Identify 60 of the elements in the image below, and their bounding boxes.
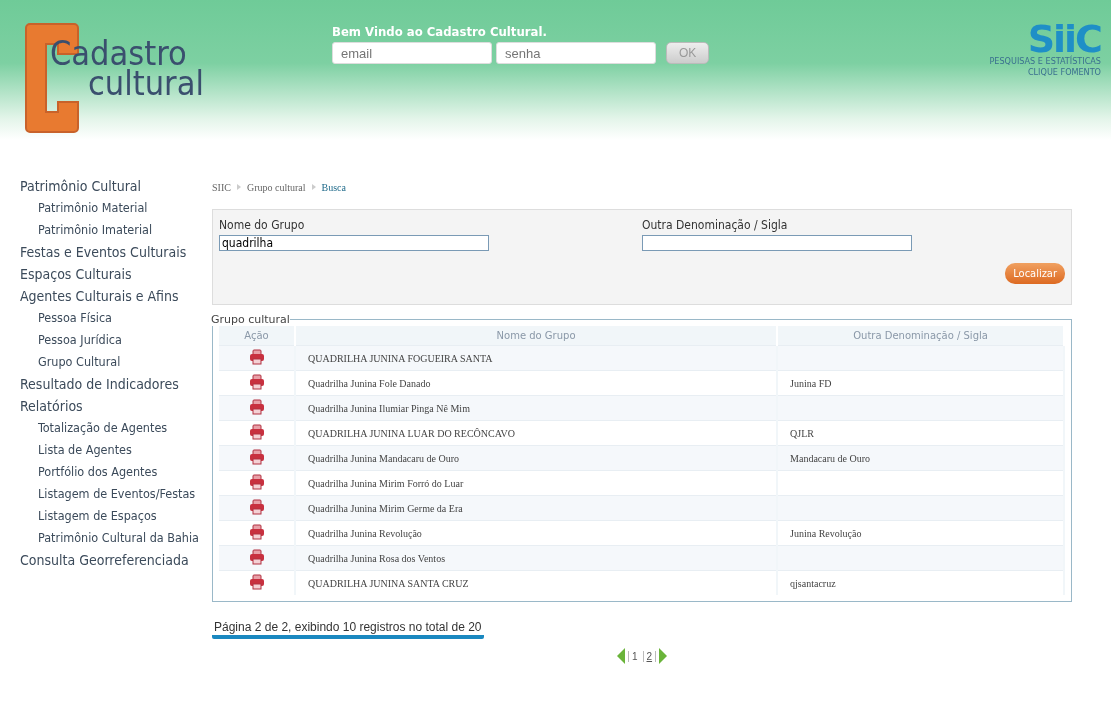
table-cell: Mandacaru de Ouro xyxy=(777,445,1064,471)
nav-sublink[interactable]: Patrimônio Imaterial xyxy=(38,219,153,241)
chevron-icon xyxy=(236,184,241,190)
table-cell: qjsantacruz xyxy=(777,570,1064,595)
partner-tagline: CLIQUE FOMENTO xyxy=(1027,67,1101,78)
nav-sublink[interactable]: Lista de Agentes xyxy=(38,439,132,461)
nav-link[interactable]: Agentes Culturais e Afins xyxy=(20,285,179,307)
nav-link[interactable]: Resultado de Indicadores xyxy=(20,373,179,395)
breadcrumb-link[interactable]: Busca xyxy=(321,181,346,193)
column-header: Ação xyxy=(219,326,295,346)
nav-link[interactable]: Festas e Eventos Culturais xyxy=(20,241,187,263)
email-field[interactable]: email xyxy=(332,42,492,64)
partner-tagline: PESQUISAS E ESTATÍSTICAS xyxy=(989,56,1101,67)
field-label: Outra Denominação / Sigla xyxy=(642,218,789,232)
nav-link[interactable]: Consulta Georreferenciada xyxy=(20,549,189,571)
nav-sublink[interactable]: Listagem de Eventos/Festas xyxy=(38,483,196,505)
nav-link[interactable]: Relatórios xyxy=(20,395,83,417)
column-header: Outra Denominação / Sigla xyxy=(777,326,1064,346)
printer-icon[interactable] xyxy=(248,474,265,490)
section-title: Grupo cultural xyxy=(211,313,290,326)
logo-text: Cadastro cultural xyxy=(50,32,204,98)
table-cell: Quadrilha Junina Ilumiar Pinga Nê Mim xyxy=(295,395,778,421)
printer-icon[interactable] xyxy=(248,424,265,440)
breadcrumb-link[interactable]: Grupo cultural xyxy=(246,181,306,193)
printer-icon[interactable] xyxy=(248,574,265,590)
chevron-icon xyxy=(311,184,316,190)
page-link[interactable]: 2 xyxy=(642,650,657,662)
next-arrow-icon[interactable] xyxy=(658,647,669,665)
welcome-text: Bem Vindo ao Cadastro Cultural. xyxy=(332,24,548,39)
nav-sublink[interactable]: Listagem de Espaços xyxy=(38,505,157,527)
printer-icon[interactable] xyxy=(248,499,265,515)
text-field[interactable]: quadrilha xyxy=(219,235,489,251)
nav-sublink[interactable]: Portfólio dos Agentes xyxy=(38,461,158,483)
nav-sublink[interactable]: Grupo Cultural xyxy=(38,351,121,373)
nav-sublink[interactable]: Pessoa Física xyxy=(38,307,112,329)
printer-icon[interactable] xyxy=(248,449,265,465)
nav-sublink[interactable]: Patrimônio Cultural da Bahia xyxy=(38,527,199,549)
printer-icon[interactable] xyxy=(248,374,265,390)
printer-icon[interactable] xyxy=(248,349,265,365)
nav-sublink[interactable]: Patrimônio Material xyxy=(38,197,148,219)
text-field[interactable] xyxy=(642,235,912,251)
password-field[interactable]: senha xyxy=(496,42,656,64)
previous-arrow-icon[interactable] xyxy=(615,647,626,665)
nav-link[interactable]: Patrimônio Cultural xyxy=(20,175,142,197)
field-label: Nome do Grupo xyxy=(219,218,306,232)
table-cell: QUADRILHA JUNINA SANTA CRUZ xyxy=(295,570,778,595)
nav-sublink[interactable]: Totalização de Agentes xyxy=(38,417,168,439)
breadcrumb-link[interactable]: SIIC xyxy=(212,181,231,193)
column-header: Nome do Grupo xyxy=(295,326,778,346)
table-cell: QUADRILHA JUNINA FOGUEIRA SANTA xyxy=(295,345,778,371)
nav-sublink[interactable]: Pessoa Jurídica xyxy=(38,329,122,351)
pagination-summary: Página 2 de 2, exibindo 10 registros no total de 20 xyxy=(212,620,484,639)
printer-icon[interactable] xyxy=(248,549,265,565)
table-cell: Quadrilha Junina Rosa dos Ventos xyxy=(295,545,778,571)
nav-link[interactable]: Espaços Culturais xyxy=(20,263,132,285)
table-cell: Quadrilha Junina Mandacaru de Ouro xyxy=(295,445,778,471)
page-link[interactable]: 1 xyxy=(627,650,641,662)
table-cell: Quadrilha Junina Mirim Germe da Era xyxy=(295,495,778,521)
printer-icon[interactable] xyxy=(248,399,265,415)
printer-icon[interactable] xyxy=(248,524,265,540)
